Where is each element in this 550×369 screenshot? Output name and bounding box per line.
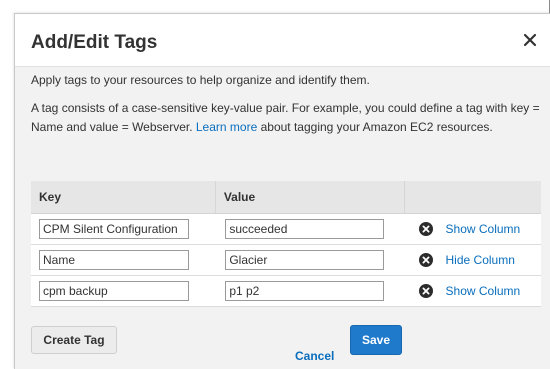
show-column-link[interactable]: Show Column [446, 222, 521, 236]
value-cell [215, 244, 405, 276]
actions-cell: Show Column [404, 213, 541, 245]
tag-key-input[interactable] [39, 219, 189, 239]
description-text-end: about tagging your Amazon EC2 resources. [260, 120, 493, 134]
table-row: Show Column [31, 275, 541, 307]
tag-value-input[interactable] [225, 250, 385, 270]
tag-key-input[interactable] [39, 250, 189, 270]
value-cell [215, 275, 405, 307]
actions-column-header [404, 181, 541, 214]
value-cell [215, 213, 405, 245]
key-cell [31, 244, 216, 276]
add-edit-tags-dialog: Add/Edit Tags Apply tags to your resourc… [14, 13, 550, 369]
key-cell [31, 213, 216, 245]
table-header-row: Key Value [31, 181, 541, 214]
hide-column-link[interactable]: Hide Column [446, 253, 515, 267]
table-row: Hide Column [31, 244, 541, 276]
row-actions: Hide Column [405, 253, 541, 267]
value-column-header: Value [215, 181, 406, 214]
actions-cell: Hide Column [404, 244, 541, 276]
tag-key-input[interactable] [39, 281, 189, 301]
tag-value-input[interactable] [225, 219, 385, 239]
remove-circle-icon[interactable] [418, 222, 433, 236]
intro-text: Apply tags to your resources to help org… [31, 73, 370, 87]
dialog-body: Apply tags to your resources to help org… [15, 67, 550, 369]
remove-circle-icon[interactable] [418, 284, 433, 298]
actions-cell: Show Column [404, 275, 541, 307]
create-tag-button[interactable]: Create Tag [31, 326, 117, 354]
dialog-header: Add/Edit Tags [15, 14, 550, 67]
remove-circle-icon[interactable] [418, 253, 433, 267]
tag-value-input[interactable] [225, 281, 385, 301]
cancel-button[interactable]: Cancel [295, 349, 334, 363]
learn-more-link[interactable]: Learn more [196, 120, 257, 134]
row-actions: Show Column [405, 222, 541, 236]
table-row: Show Column [31, 213, 541, 245]
tag-description: A tag consists of a case-sensitive key-v… [31, 99, 543, 137]
save-button[interactable]: Save [350, 325, 402, 355]
key-column-header: Key [31, 181, 216, 214]
row-actions: Show Column [405, 284, 541, 298]
key-cell [31, 275, 216, 307]
dialog-title: Add/Edit Tags [31, 32, 158, 53]
show-column-link[interactable]: Show Column [446, 284, 521, 298]
tags-table: Key Value CPM Silent Configuration succe… [31, 181, 541, 307]
close-icon[interactable] [521, 31, 539, 49]
